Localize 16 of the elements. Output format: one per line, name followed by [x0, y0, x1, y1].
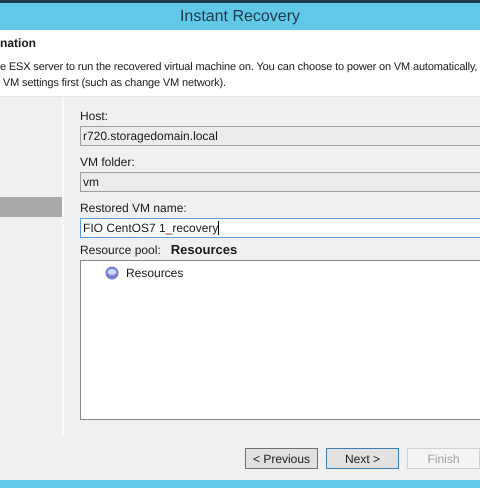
- page-heading: nation: [0, 35, 36, 51]
- input-field[interactable]: FIO CentOS7 1_recovery: [80, 218, 480, 238]
- pool-icon: [105, 266, 119, 280]
- field-label: Resource pool:: [80, 242, 161, 259]
- description-line: e ESX server to run the recovered virtual machine on. You can choose to power on VM automatically,: [0, 60, 478, 75]
- wizard-button[interactable]: < Previous: [245, 448, 318, 469]
- field-label: Restored VM name:: [80, 201, 187, 215]
- selected-nav-row[interactable]: [0, 197, 62, 217]
- tree-item[interactable]: Resources: [126, 264, 184, 282]
- field-label: VM folder:: [80, 155, 135, 169]
- field-label: Host:: [80, 109, 108, 123]
- resource-pool-value: Resources: [170, 241, 238, 260]
- description-line: VM settings first (such as change VM network).: [2, 76, 226, 91]
- window-title: Instant Recovery: [180, 6, 300, 26]
- wizard-button[interactable]: Next >: [326, 448, 399, 469]
- resource-tree[interactable]: Resources: [80, 260, 480, 420]
